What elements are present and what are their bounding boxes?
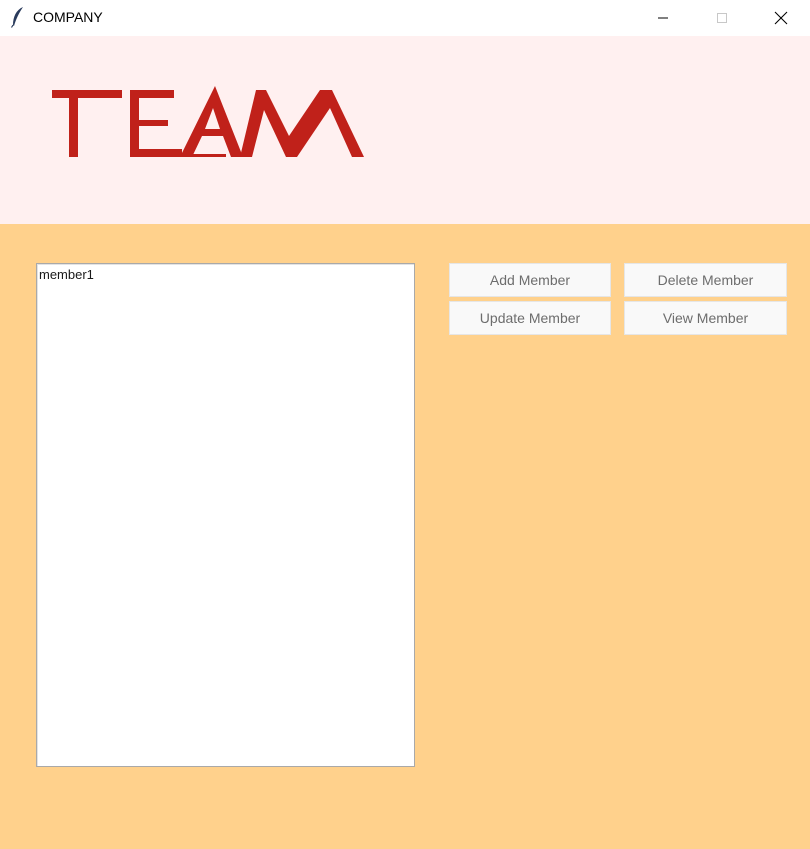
- feather-icon: [10, 7, 23, 28]
- close-button[interactable]: [758, 0, 804, 36]
- list-item[interactable]: member1: [39, 267, 94, 282]
- update-member-button[interactable]: Update Member: [449, 301, 611, 335]
- team-logo: [52, 86, 364, 157]
- view-member-button[interactable]: View Member: [624, 301, 787, 335]
- member-listbox[interactable]: member1: [36, 263, 415, 767]
- delete-member-button[interactable]: Delete Member: [624, 263, 787, 297]
- app-window: COMPANY member1 Add Member Delete Member…: [0, 0, 810, 849]
- header-banner: [0, 36, 810, 224]
- minimize-icon: [658, 17, 668, 19]
- window-title: COMPANY: [33, 9, 103, 25]
- maximize-button[interactable]: [699, 0, 745, 36]
- maximize-icon: [717, 13, 727, 23]
- close-icon: [774, 11, 788, 25]
- add-member-button[interactable]: Add Member: [449, 263, 611, 297]
- title-bar: COMPANY: [0, 0, 810, 36]
- minimize-button[interactable]: [640, 0, 686, 36]
